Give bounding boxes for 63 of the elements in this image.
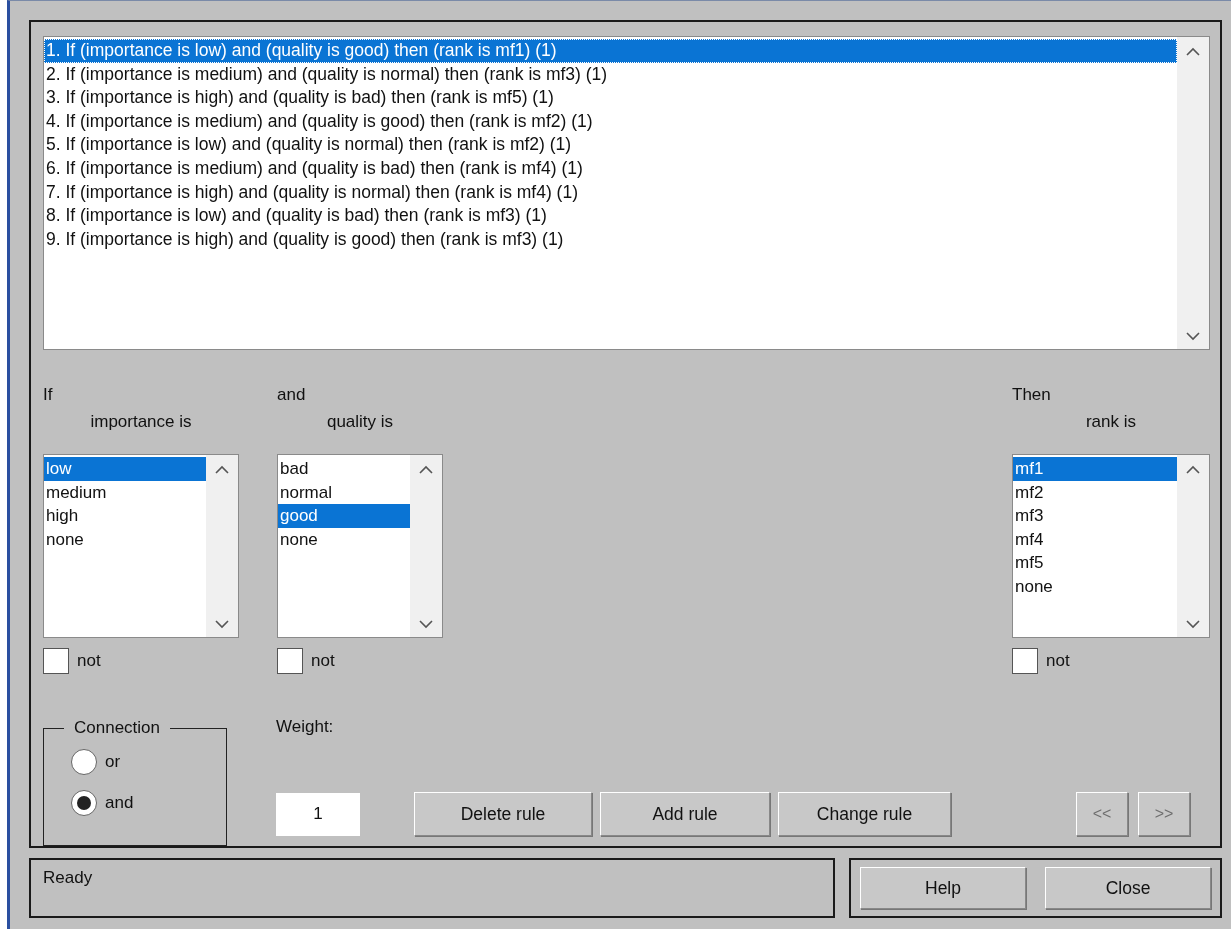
term-item[interactable]: good (278, 504, 410, 528)
term-list[interactable]: low medium high none (43, 454, 239, 638)
term-list[interactable]: bad normal good none (277, 454, 443, 638)
rule-item[interactable]: 1. If (importance is low) and (quality is good) then (rank is mf1) (1) (44, 39, 1177, 63)
rule-item[interactable]: 3. If (importance is high) and (quality is bad) then (rank is mf5) (1) (44, 86, 1177, 110)
not-label: not (311, 651, 335, 671)
dialog-button[interactable]: Close (1045, 867, 1211, 909)
term-item[interactable]: none (44, 527, 206, 551)
scroll-down-icon[interactable] (1186, 619, 1200, 629)
term-item[interactable]: medium (44, 480, 206, 504)
radio-button[interactable] (71, 749, 97, 775)
not-checkbox[interactable] (1012, 648, 1038, 674)
not-label: not (77, 651, 101, 671)
scroll-up-icon[interactable] (1186, 47, 1200, 57)
scroll-down-icon[interactable] (419, 619, 433, 629)
scrollbar[interactable] (206, 455, 238, 637)
term-list[interactable]: mf1 mf2 mf3 mf4 mf5 none (1012, 454, 1210, 638)
scroll-down-icon[interactable] (1186, 331, 1200, 341)
rule-item[interactable]: 2. If (importance is medium) and (quality is normal) then (rank is mf3) (1) (44, 62, 1177, 87)
not-checkbox[interactable] (43, 648, 69, 674)
weight-field[interactable]: 1 (276, 792, 360, 836)
term-item[interactable]: mf3 (1013, 504, 1177, 528)
term-item[interactable]: normal (278, 480, 410, 504)
term-item[interactable]: mf4 (1013, 527, 1177, 551)
rule-item[interactable]: 9. If (importance is high) and (quality is good) then (rank is mf3) (1) (44, 227, 1177, 252)
status-text: Ready (43, 868, 93, 887)
variable-label: rank is (1085, 411, 1137, 433)
connector-label: Then (1012, 384, 1051, 406)
term-item[interactable]: high (44, 504, 206, 528)
weight-label: Weight: (276, 716, 335, 738)
term-item[interactable]: none (1013, 574, 1177, 598)
not-checkbox[interactable] (277, 648, 303, 674)
connector-label: and (277, 384, 306, 406)
radio-button[interactable] (71, 790, 97, 816)
term-item[interactable]: bad (278, 457, 410, 481)
rule-item[interactable]: 4. If (importance is medium) and (quality is good) then (rank is mf2) (1) (44, 109, 1177, 134)
term-item[interactable]: low (44, 457, 206, 481)
rule-item[interactable]: 7. If (importance is high) and (quality is normal) then (rank is mf4) (1) (44, 180, 1177, 205)
scrollbar[interactable] (1177, 455, 1209, 637)
scroll-up-icon[interactable] (1186, 465, 1200, 475)
scroll-up-icon[interactable] (215, 465, 229, 475)
variable-label: quality is (326, 411, 394, 433)
radio-label: or (105, 752, 121, 772)
rule-item[interactable]: 8. If (importance is low) and (quality is bad) then (rank is mf3) (1) (44, 204, 1177, 228)
scroll-down-icon[interactable] (215, 619, 229, 629)
radio-label: and (105, 793, 134, 813)
not-label: not (1046, 651, 1070, 671)
term-item[interactable]: mf1 (1013, 457, 1177, 481)
connector-label: If (43, 384, 53, 406)
term-item[interactable]: none (278, 527, 410, 551)
variable-label: importance is (90, 411, 192, 433)
rule-button[interactable]: Delete rule (414, 792, 592, 836)
scrollbar[interactable] (1177, 37, 1209, 349)
rule-item[interactable]: 5. If (importance is low) and (quality is normal) then (rank is mf2) (1) (44, 133, 1177, 157)
term-item[interactable]: mf5 (1013, 551, 1177, 575)
rules-list[interactable] (43, 36, 1210, 350)
rule-button[interactable]: Change rule (778, 792, 951, 836)
scroll-up-icon[interactable] (419, 465, 433, 475)
scrollbar[interactable] (410, 455, 442, 637)
term-item[interactable]: mf2 (1013, 480, 1177, 504)
dialog-button[interactable]: Help (860, 867, 1026, 909)
rule-button[interactable]: Add rule (600, 792, 770, 836)
rule-item[interactable]: 6. If (importance is medium) and (quality is bad) then (rank is mf4) (1) (44, 156, 1177, 181)
